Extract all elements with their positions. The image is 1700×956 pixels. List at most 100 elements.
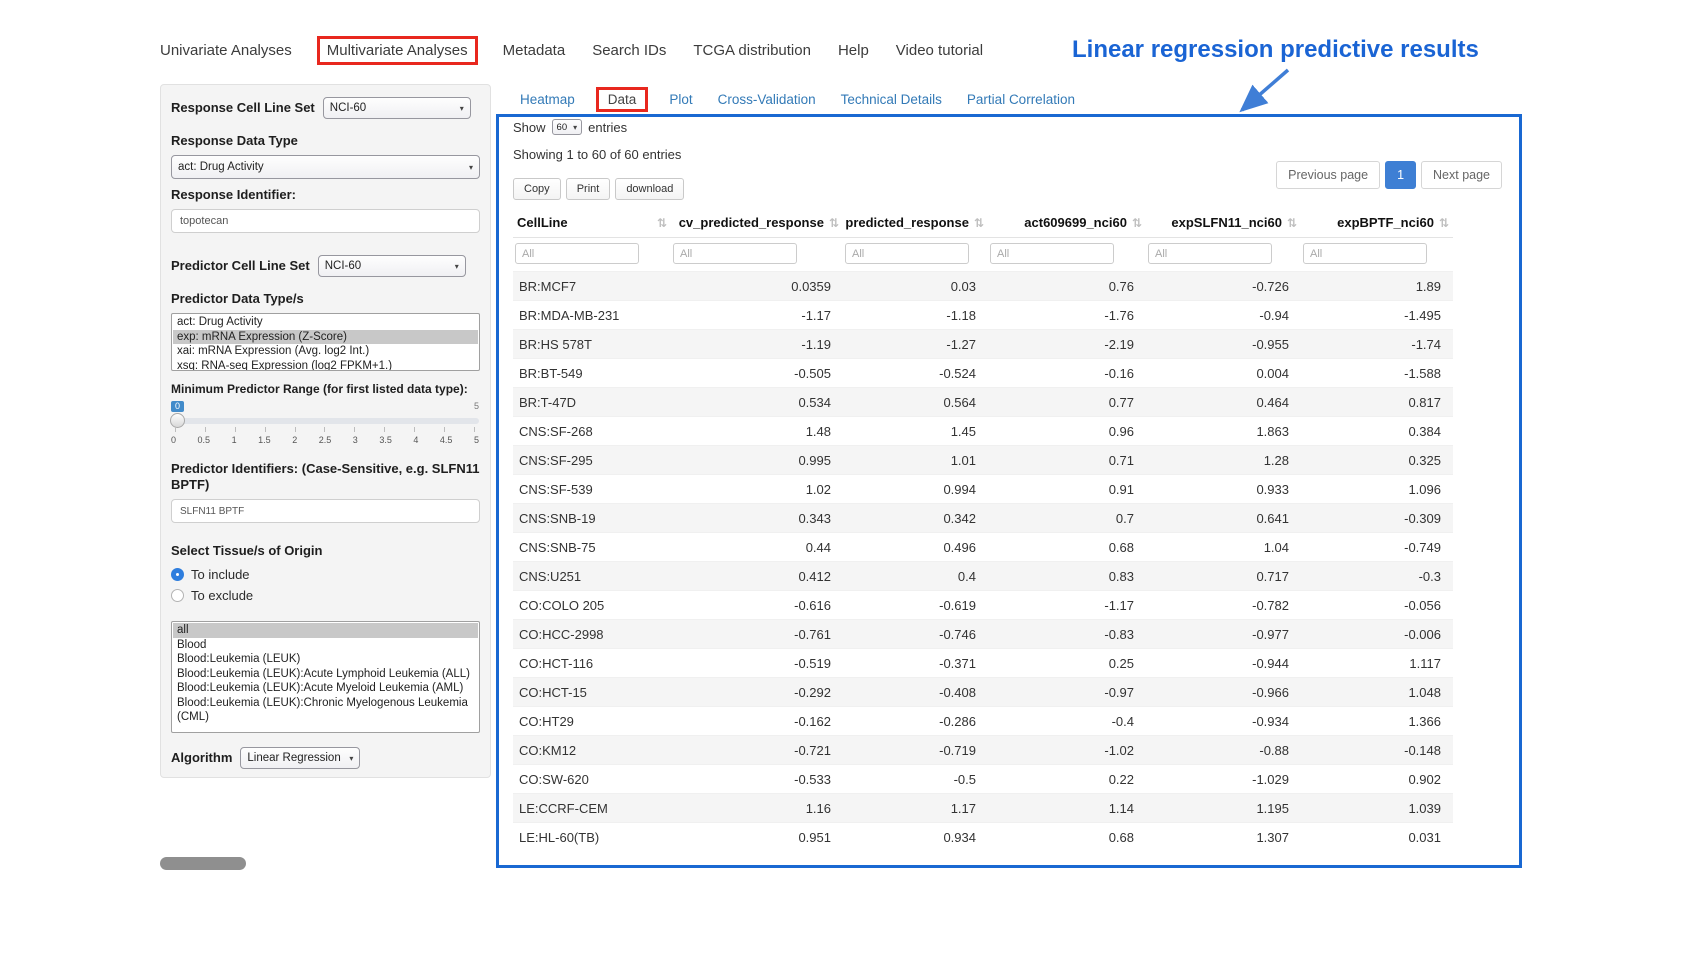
nav-item-univariate-analyses[interactable]: Univariate Analyses — [160, 42, 292, 59]
tissue-option-blood[interactable]: Blood — [173, 638, 478, 653]
column-header-expbptf-nci60[interactable]: expBPTF_nci60⇅ — [1301, 207, 1453, 238]
response-data-type-select[interactable]: act: Drug Activity ▾ — [171, 155, 480, 179]
cell-value: -1.76 — [988, 301, 1146, 330]
nav-item-search-ids[interactable]: Search IDs — [592, 42, 666, 59]
tab-plot[interactable]: Plot — [669, 92, 692, 107]
cell-value: 1.14 — [988, 794, 1146, 823]
slider-tick-mark — [265, 427, 266, 432]
tab-heatmap[interactable]: Heatmap — [520, 92, 575, 107]
cell-value: 0.342 — [843, 504, 988, 533]
cell-value: -0.286 — [843, 707, 988, 736]
cell-value: 0.717 — [1146, 562, 1301, 591]
slider-handle[interactable] — [170, 413, 185, 428]
nav-item-help[interactable]: Help — [838, 42, 869, 59]
response-cell-line-set-select[interactable]: NCI-60 ▾ — [323, 97, 471, 119]
tab-partial-correlation[interactable]: Partial Correlation — [967, 92, 1075, 107]
chevron-down-icon: ▾ — [455, 262, 459, 271]
tab-cross-validation[interactable]: Cross-Validation — [718, 92, 816, 107]
algorithm-select[interactable]: Linear Regression ▾ — [240, 747, 360, 769]
filter-input-expbptf-nci60[interactable] — [1303, 243, 1427, 264]
cell-value: 0.343 — [671, 504, 843, 533]
cell-value: 1.307 — [1146, 823, 1301, 852]
slider-tick-labels: 00.511.522.533.544.55 — [171, 435, 479, 445]
previous-page-button[interactable]: Previous page — [1276, 161, 1380, 189]
cell-value: -1.18 — [843, 301, 988, 330]
tissue-origin-listbox[interactable]: allBloodBlood:Leukemia (LEUK)Blood:Leuke… — [171, 621, 480, 733]
filter-input-act609699-nci60[interactable] — [990, 243, 1114, 264]
nav-item-tcga-distribution[interactable]: TCGA distribution — [693, 42, 811, 59]
pagination: Previous page 1 Next page — [1276, 161, 1502, 189]
copy-button[interactable]: Copy — [513, 178, 561, 200]
cell-line-name: LE:HL-60(TB) — [513, 823, 671, 852]
sort-icon[interactable]: ⇅ — [657, 216, 667, 230]
slider-tick-label: 4 — [413, 435, 418, 445]
predictor-type-option-act[interactable]: act: Drug Activity — [173, 315, 478, 330]
print-button[interactable]: Print — [566, 178, 611, 200]
sort-icon[interactable]: ⇅ — [1439, 216, 1449, 230]
cell-line-name: CNS:SF-295 — [513, 446, 671, 475]
sort-icon[interactable]: ⇅ — [1132, 216, 1142, 230]
cell-value: 1.863 — [1146, 417, 1301, 446]
filter-input-expslfn11-nci60[interactable] — [1148, 243, 1272, 264]
column-header-cellline[interactable]: CellLine⇅ — [513, 207, 671, 238]
cell-value: 0.4 — [843, 562, 988, 591]
radio-unselected-icon — [171, 589, 184, 602]
filter-input-cv-predicted-response[interactable] — [673, 243, 797, 264]
tab-data[interactable]: Data — [596, 87, 649, 112]
tissue-option-all[interactable]: all — [173, 623, 478, 638]
nav-item-metadata[interactable]: Metadata — [503, 42, 566, 59]
column-header-cv-predicted-response[interactable]: cv_predicted_response⇅ — [671, 207, 843, 238]
cell-value: -0.726 — [1146, 272, 1301, 301]
predictor-cell-line-set-select[interactable]: NCI-60 ▾ — [318, 255, 466, 277]
sort-icon[interactable]: ⇅ — [1287, 216, 1297, 230]
cell-value: -0.5 — [843, 765, 988, 794]
table-row: CO:HCC-2998-0.761-0.746-0.83-0.977-0.006 — [513, 620, 1453, 649]
cell-line-name: CO:HCC-2998 — [513, 620, 671, 649]
sort-icon[interactable]: ⇅ — [974, 216, 984, 230]
predictor-cell-line-set-row: Predictor Cell Line Set NCI-60 ▾ — [171, 255, 480, 277]
tissue-option-blood-leukemia-leuk-acute-lymphoid-leukemi[interactable]: Blood:Leukemia (LEUK):Acute Lymphoid Leu… — [173, 667, 478, 682]
tissue-exclude-radio[interactable]: To exclude — [171, 588, 480, 603]
cell-line-name: CO:HCT-116 — [513, 649, 671, 678]
cell-value: 0.71 — [988, 446, 1146, 475]
tissue-include-radio[interactable]: To include — [171, 567, 480, 582]
column-header-act609699-nci60[interactable]: act609699_nci60⇅ — [988, 207, 1146, 238]
cell-value: 1.048 — [1301, 678, 1453, 707]
nav-item-video-tutorial[interactable]: Video tutorial — [896, 42, 983, 59]
tissue-option-blood-leukemia-leuk-chronic-myelogenous-le[interactable]: Blood:Leukemia (LEUK):Chronic Myelogenou… — [173, 696, 478, 725]
min-predictor-range-slider[interactable]: 0 5 00.511.522.533.544.55 — [171, 401, 479, 453]
predictor-identifiers-input[interactable] — [171, 499, 480, 523]
cell-value: -1.74 — [1301, 330, 1453, 359]
slider-tick-label: 1 — [232, 435, 237, 445]
algorithm-row: Algorithm Linear Regression ▾ — [171, 747, 480, 769]
tab-technical-details[interactable]: Technical Details — [841, 92, 942, 107]
filter-input-predicted-response[interactable] — [845, 243, 969, 264]
response-identifier-input[interactable] — [171, 209, 480, 233]
column-header-predicted-response[interactable]: predicted_response ⇅ — [843, 207, 988, 238]
nav-item-multivariate-analyses[interactable]: Multivariate Analyses — [317, 36, 478, 65]
sort-icon[interactable]: ⇅ — [829, 216, 839, 230]
tissue-option-blood-leukemia-leuk[interactable]: Blood:Leukemia (LEUK) — [173, 652, 478, 667]
predictor-type-option-xai[interactable]: xai: mRNA Expression (Avg. log2 Int.) — [173, 344, 478, 359]
slider-tick-mark — [295, 427, 296, 432]
cell-value: 0.951 — [671, 823, 843, 852]
cell-line-name: BR:MDA-MB-231 — [513, 301, 671, 330]
predictor-type-option-exp[interactable]: exp: mRNA Expression (Z-Score) — [173, 330, 478, 345]
slider-track[interactable] — [171, 418, 479, 424]
response-identifier-label: Response Identifier: — [171, 187, 480, 203]
predictor-type-option-xsq[interactable]: xsq: RNA-seq Expression (log2 FPKM+1.) — [173, 359, 478, 372]
tissue-option-blood-leukemia-leuk-acute-myeloid-leukemia[interactable]: Blood:Leukemia (LEUK):Acute Myeloid Leuk… — [173, 681, 478, 696]
download-button[interactable]: download — [615, 178, 684, 200]
predictor-data-types-listbox[interactable]: act: Drug Activityexp: mRNA Expression (… — [171, 313, 480, 371]
column-header-expslfn11-nci60[interactable]: expSLFN11_nci60⇅ — [1146, 207, 1301, 238]
next-page-button[interactable]: Next page — [1421, 161, 1502, 189]
filter-input-cellline[interactable] — [515, 243, 639, 264]
show-label: Show — [513, 120, 546, 135]
table-row: BR:BT-549-0.505-0.524-0.160.004-1.588 — [513, 359, 1453, 388]
column-label: predicted_response — [845, 215, 969, 230]
chevron-down-icon: ▾ — [469, 163, 473, 172]
entries-count-select[interactable]: 60 ▾ — [552, 119, 583, 135]
predictor-data-types-label: Predictor Data Type/s — [171, 291, 480, 307]
current-page-button[interactable]: 1 — [1385, 161, 1416, 189]
table-row: CNS:SF-5391.020.9940.910.9331.096 — [513, 475, 1453, 504]
